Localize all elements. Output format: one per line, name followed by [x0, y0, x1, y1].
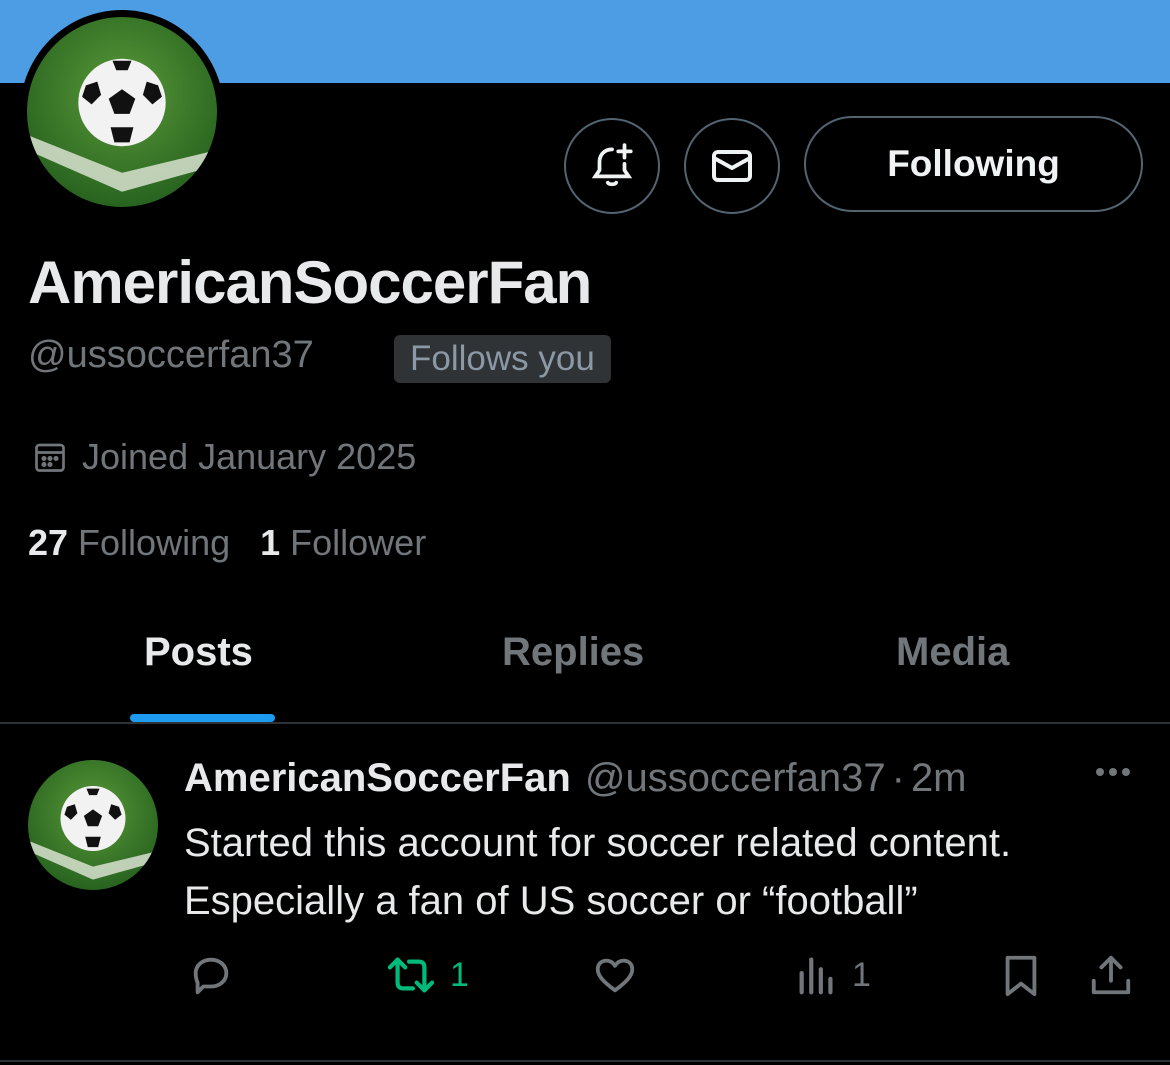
bell-plus-icon	[591, 143, 633, 187]
repost-count: 1	[450, 955, 469, 994]
joined-text: Joined January 2025	[82, 436, 417, 477]
views-chart-icon	[799, 957, 833, 995]
repost-button[interactable]: 1	[384, 952, 469, 998]
heart-icon	[595, 958, 635, 993]
following-label: Following	[78, 522, 231, 563]
active-tab-indicator	[130, 714, 275, 722]
reply-button[interactable]	[188, 952, 246, 998]
follows-you-badge: Follows you	[394, 335, 611, 383]
bookmark-icon	[1005, 955, 1037, 997]
tab-replies[interactable]: Replies	[502, 630, 644, 675]
like-button[interactable]	[592, 952, 650, 998]
tabs-divider	[0, 722, 1170, 724]
followers-count: 1	[260, 522, 281, 563]
reply-icon	[193, 957, 229, 995]
more-dots-icon[interactable]	[1096, 768, 1130, 776]
tab-media[interactable]: Media	[896, 630, 1009, 675]
followers-count-link[interactable]: 1 Follower	[260, 522, 426, 564]
views-button[interactable]: 1	[794, 952, 871, 998]
profile-avatar[interactable]	[20, 10, 224, 214]
post-separator: ·	[891, 756, 905, 800]
notify-button[interactable]	[564, 118, 660, 214]
soccer-ball-avatar-image	[28, 760, 158, 890]
following-count-link[interactable]: 27 Following	[28, 522, 230, 564]
soccer-ball-avatar-image	[27, 17, 217, 207]
message-button[interactable]	[684, 118, 780, 214]
repost-icon	[387, 957, 435, 993]
post-divider	[0, 1060, 1170, 1062]
joined-date: Joined January 2025	[32, 436, 416, 478]
following-button[interactable]: Following	[804, 116, 1143, 212]
profile-stats: 27 Following 1 Follower	[28, 522, 456, 564]
view-count: 1	[852, 955, 871, 994]
bookmark-button[interactable]	[998, 952, 1044, 998]
calendar-icon	[35, 443, 65, 472]
post-body: Started this account for soccer related …	[184, 821, 1012, 923]
post-author-handle[interactable]: @ussoccerfan37	[585, 756, 886, 801]
profile-display-name: AmericanSoccerFan	[28, 249, 592, 316]
profile-handle: @ussoccerfan37	[28, 334, 314, 376]
post-author-avatar[interactable]	[28, 760, 158, 890]
following-count: 27	[28, 522, 69, 563]
share-button[interactable]	[1088, 952, 1134, 998]
share-icon	[1091, 955, 1131, 995]
tab-posts[interactable]: Posts	[144, 630, 253, 675]
post-author-name[interactable]: AmericanSoccerFan	[184, 756, 571, 801]
envelope-icon	[712, 150, 752, 182]
post-header: AmericanSoccerFan @ussoccerfan37 · 2m	[184, 756, 967, 801]
followers-label: Follower	[290, 522, 427, 563]
post-timestamp[interactable]: 2m	[911, 756, 967, 801]
